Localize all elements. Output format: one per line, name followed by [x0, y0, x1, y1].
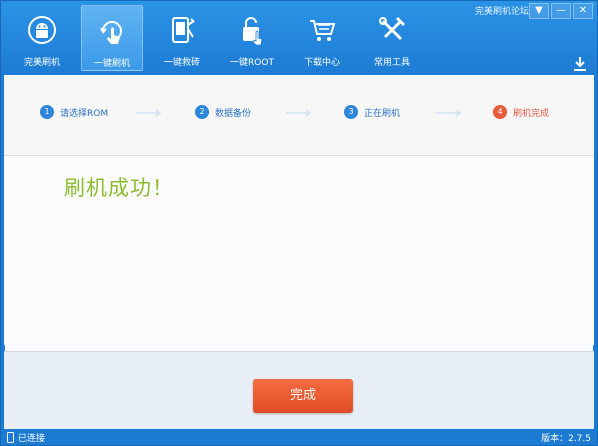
connection-status: 已连接 [7, 431, 45, 444]
nav-item-one-click-flash[interactable]: 一键刷机 [81, 5, 143, 71]
step-select-rom: 1 请选择ROM [40, 105, 108, 119]
main-nav: 完美刷机 一键刷机 一键救砖 一键ROOT 下载中心 常用工具 [11, 5, 423, 71]
step-number: 4 [493, 105, 507, 119]
nav-label: 下载中心 [303, 58, 340, 68]
action-area: 完成 [4, 351, 594, 430]
phone-icon [7, 432, 14, 443]
app-window: 完美刷机 一键刷机 一键救砖 一键ROOT 下载中心 常用工具 完美刷机论坛 ▼… [0, 0, 598, 446]
nav-label: 一键刷机 [93, 59, 130, 69]
tools-icon [375, 13, 409, 47]
nav-item-rescue[interactable]: 一键救砖 [151, 5, 213, 71]
window-controls: ▼ — ✕ [529, 3, 593, 19]
step-flashing: 3 正在刷机 [344, 105, 400, 119]
phone-wrench-icon [165, 13, 199, 47]
content-area: 刷机成功！ [4, 156, 594, 351]
step-arrow-icon [136, 109, 162, 117]
download-icon[interactable] [571, 55, 589, 73]
finish-button[interactable]: 完成 [253, 379, 353, 413]
step-complete: 4 刷机完成 [493, 105, 549, 119]
minimize-button[interactable]: — [551, 3, 571, 19]
step-number: 2 [195, 105, 209, 119]
top-bar: 完美刷机 一键刷机 一键救砖 一键ROOT 下载中心 常用工具 完美刷机论坛 ▼… [1, 1, 597, 75]
step-arrow-icon [286, 109, 312, 117]
android-icon [25, 13, 59, 47]
step-label: 刷机完成 [513, 108, 550, 119]
forum-link[interactable]: 完美刷机论坛 [475, 4, 529, 17]
step-label: 数据备份 [215, 108, 252, 119]
step-backup: 2 数据备份 [195, 105, 251, 119]
unlock-icon [235, 13, 269, 47]
connection-label: 已连接 [18, 434, 46, 444]
step-label: 正在刷机 [364, 108, 401, 119]
nav-label: 一键救砖 [163, 58, 200, 68]
status-bar: 已连接 版本：2.7.5 [1, 429, 597, 445]
nav-item-perfect-flash[interactable]: 完美刷机 [11, 5, 73, 71]
tap-refresh-icon [95, 14, 129, 48]
menu-dropdown-button[interactable]: ▼ [529, 3, 549, 19]
success-message: 刷机成功！ [64, 176, 174, 200]
nav-item-common-tools[interactable]: 常用工具 [361, 5, 423, 71]
nav-item-root[interactable]: 一键ROOT [221, 5, 283, 71]
step-number: 3 [344, 105, 358, 119]
step-arrow-icon [436, 109, 462, 117]
step-label: 请选择ROM [60, 108, 109, 119]
nav-label: 常用工具 [373, 58, 410, 68]
nav-label: 一键ROOT [230, 58, 274, 68]
progress-steps: 1 请选择ROM 2 数据备份 3 正在刷机 4 刷机完成 [4, 75, 594, 156]
step-number: 1 [40, 105, 54, 119]
nav-item-download-center[interactable]: 下载中心 [291, 5, 353, 71]
close-button[interactable]: ✕ [573, 3, 593, 19]
cart-icon [305, 13, 339, 47]
nav-label: 完美刷机 [23, 58, 60, 68]
version-label: 版本：2.7.5 [541, 434, 591, 444]
